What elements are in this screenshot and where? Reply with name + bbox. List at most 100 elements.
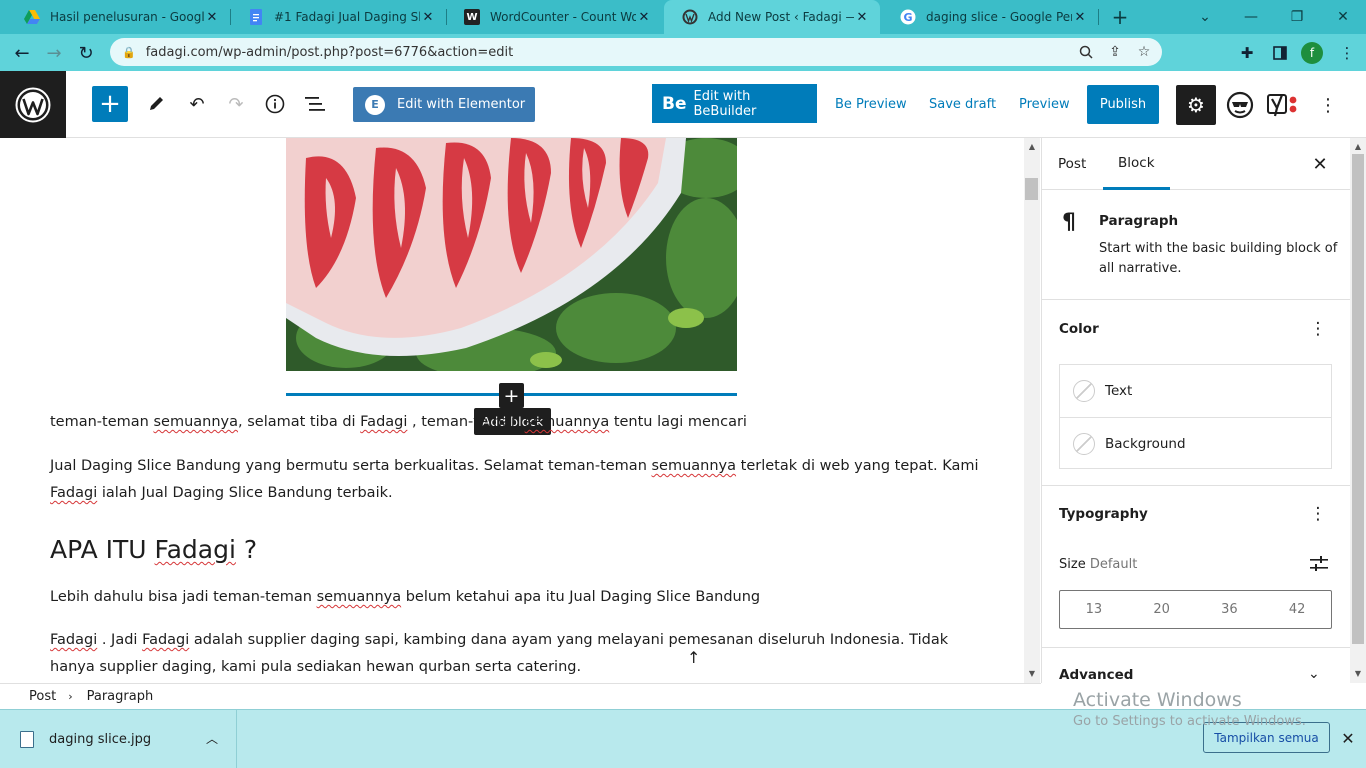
download-file-name: daging slice.jpg: [49, 731, 152, 747]
tab-block[interactable]: Block: [1103, 138, 1170, 190]
font-size-option[interactable]: 42: [1263, 591, 1331, 628]
paragraph-block[interactable]: Fadagi . Jadi Fadagi adalah supplier dag…: [50, 627, 980, 681]
download-item[interactable]: daging slice.jpg ︿: [0, 710, 237, 768]
block-title: Paragraph: [1099, 213, 1179, 229]
options-kebab-icon[interactable]: ⋮: [1318, 91, 1338, 119]
close-icon[interactable]: ✕: [1072, 10, 1088, 25]
add-block-button[interactable]: +: [499, 383, 524, 408]
block-description: Start with the basic building block of a…: [1099, 241, 1338, 276]
advanced-panel-toggle[interactable]: Advanced: [1059, 667, 1133, 683]
scroll-up-arrow-icon[interactable]: ▲: [1350, 140, 1366, 154]
plugin-face-icon[interactable]: [1223, 88, 1257, 122]
redo-icon[interactable]: ↷: [221, 89, 251, 119]
font-size-option[interactable]: 20: [1128, 591, 1196, 628]
restore-button[interactable]: ❐: [1274, 0, 1320, 34]
chevron-down-icon[interactable]: ⌄: [1308, 666, 1320, 682]
extensions-puzzle-icon[interactable]: ✚: [1234, 40, 1260, 66]
typography-panel-title: Typography: [1059, 506, 1148, 522]
share-icon[interactable]: ⇪: [1101, 38, 1129, 66]
list-view-icon[interactable]: [300, 89, 330, 119]
bebuilder-label: Edit with BeBuilder: [693, 88, 757, 119]
reload-button[interactable]: ↻: [73, 40, 99, 66]
scrollbar-thumb[interactable]: [1025, 178, 1038, 200]
sidebar-tabs: Post Block ✕: [1042, 138, 1350, 190]
editor-canvas[interactable]: + Add block teman-teman semuannya, selam…: [0, 138, 1024, 683]
save-draft-button[interactable]: Save draft: [929, 97, 996, 112]
paragraph-block[interactable]: Lebih dahulu bisa jadi teman-teman semua…: [50, 584, 980, 611]
back-button[interactable]: ←: [9, 40, 35, 66]
close-icon[interactable]: ✕: [1308, 152, 1332, 176]
be-preview-link[interactable]: Be Preview: [835, 97, 907, 112]
browser-tab-google-docs[interactable]: #1 Fadagi Jual Daging Slice Bandung ✕: [230, 0, 446, 34]
breadcrumb-paragraph[interactable]: Paragraph: [87, 689, 154, 704]
color-options-kebab-icon[interactable]: ⋮: [1308, 317, 1328, 341]
edit-with-bebuilder-button[interactable]: Be Edit with BeBuilder: [652, 84, 817, 123]
panel-divider: [1042, 485, 1350, 486]
browser-tab-google-drive[interactable]: Hasil penelusuran - Google Drive ✕: [6, 0, 230, 34]
edit-with-elementor-button[interactable]: E Edit with Elementor: [353, 87, 535, 122]
font-size-option[interactable]: 13: [1060, 591, 1128, 628]
paragraph-block[interactable]: Jual Daging Slice Bandung yang bermutu s…: [50, 453, 980, 507]
browser-tab-strip: Hasil penelusuran - Google Drive ✕ #1 Fa…: [0, 0, 1366, 34]
scrollbar-thumb[interactable]: [1352, 154, 1364, 644]
publish-button[interactable]: Publish: [1087, 85, 1159, 124]
tab-post[interactable]: Post: [1058, 138, 1086, 190]
heading-block[interactable]: APA ITU Fadagi ?: [50, 535, 257, 564]
new-tab-button[interactable]: +: [1108, 5, 1132, 29]
side-panel-icon[interactable]: [1267, 40, 1293, 66]
text-color-option[interactable]: Text: [1060, 365, 1331, 417]
zoom-icon[interactable]: [1072, 38, 1100, 66]
meat-slice-image[interactable]: [286, 138, 737, 371]
tab-title: Add New Post ‹ Fadagi — WordPress: [708, 10, 854, 24]
preview-button[interactable]: Preview: [1019, 97, 1070, 112]
activate-windows-subtitle: Go to Settings to activate Windows.: [1073, 714, 1306, 729]
details-info-icon[interactable]: [260, 89, 290, 119]
tab-search-chevron-icon[interactable]: ⌄: [1182, 0, 1228, 34]
svg-text:G: G: [903, 11, 912, 24]
chevron-up-icon[interactable]: ︿: [206, 730, 218, 747]
close-icon[interactable]: ✕: [204, 10, 220, 25]
close-downloads-icon[interactable]: ✕: [1338, 727, 1358, 749]
size-label-text: Size: [1059, 557, 1086, 572]
profile-avatar[interactable]: f: [1301, 42, 1323, 64]
background-color-label: Background: [1105, 435, 1186, 452]
block-breadcrumb: Post › Paragraph: [0, 683, 1041, 709]
minimize-button[interactable]: —: [1228, 0, 1274, 34]
wordpress-icon: [682, 9, 698, 25]
settings-gear-icon[interactable]: ⚙: [1176, 85, 1216, 125]
breadcrumb-post[interactable]: Post: [29, 689, 56, 704]
tools-pencil-icon[interactable]: [141, 89, 171, 119]
elementor-icon: E: [365, 94, 385, 115]
editor-scrollbar[interactable]: ▲ ▼: [1024, 138, 1040, 683]
close-icon[interactable]: ✕: [636, 10, 652, 25]
scroll-down-arrow-icon[interactable]: ▼: [1024, 667, 1040, 681]
yoast-seo-icon[interactable]: [1266, 88, 1300, 122]
scroll-down-arrow-icon[interactable]: ▼: [1350, 667, 1366, 681]
typography-options-kebab-icon[interactable]: ⋮: [1308, 502, 1328, 526]
browser-tab-google-search[interactable]: G daging slice - Google Penelusuran ✕: [882, 0, 1098, 34]
custom-size-sliders-icon[interactable]: [1306, 552, 1332, 576]
bookmark-star-icon[interactable]: ☆: [1130, 38, 1158, 66]
scroll-up-arrow-icon[interactable]: ▲: [1024, 140, 1040, 154]
panel-divider: [1042, 647, 1350, 648]
tab-title: daging slice - Google Penelusuran: [926, 10, 1072, 24]
empty-swatch-icon: [1073, 432, 1095, 455]
tab-divider: [1098, 9, 1099, 25]
text-color-label: Text: [1105, 383, 1133, 399]
background-color-option[interactable]: Background: [1060, 417, 1331, 469]
sidebar-scrollbar[interactable]: ▲ ▼: [1350, 138, 1366, 683]
forward-button[interactable]: →: [41, 40, 67, 66]
wordpress-logo-icon[interactable]: [0, 71, 66, 138]
browser-tab-wordpress[interactable]: Add New Post ‹ Fadagi — WordPress ✕: [664, 0, 880, 34]
url-field[interactable]: 🔒 fadagi.com/wp-admin/post.php?post=6776…: [110, 38, 1162, 66]
browser-tab-wordcounter[interactable]: W WordCounter - Count Words ✕: [446, 0, 662, 34]
close-window-button[interactable]: ✕: [1320, 0, 1366, 34]
undo-icon[interactable]: ↶: [182, 89, 212, 119]
font-size-option[interactable]: 36: [1196, 591, 1264, 628]
close-icon[interactable]: ✕: [854, 10, 870, 25]
font-size-label: Size Default: [1059, 557, 1137, 572]
block-inserter-toggle-button[interactable]: +: [92, 86, 128, 122]
chrome-menu-icon[interactable]: ⋮: [1334, 40, 1360, 66]
paragraph-block[interactable]: teman-teman semuannya, selamat tiba di F…: [50, 409, 980, 436]
close-icon[interactable]: ✕: [420, 10, 436, 25]
